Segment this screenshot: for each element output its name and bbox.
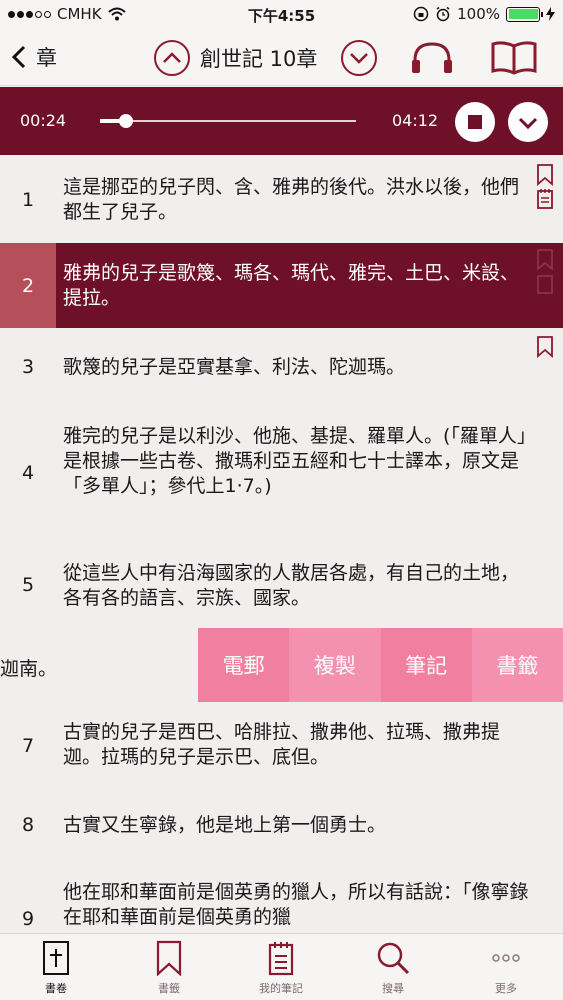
alarm-icon (436, 6, 450, 22)
verse-row[interactable]: 8 古實又生寧錄，他是地上第一個勇士。 (0, 790, 563, 866)
bookmark-icon[interactable] (536, 249, 554, 271)
battery-percent: 100% (457, 5, 500, 23)
verse-number: 3 (21, 356, 35, 378)
verse-number: 5 (21, 574, 35, 596)
note-button[interactable]: 筆記 (380, 628, 472, 702)
verse-text: 雅完的兒子是以利沙、他施、基提、羅單人。(「羅單人」是根據一些古卷、撒瑪利亞五經… (63, 425, 527, 497)
search-icon (377, 942, 410, 975)
verse-text: 歌篾的兒子是亞實基拿、利法、陀迦瑪。 (63, 356, 406, 378)
verse-text-partial: 迦南。 (0, 658, 58, 680)
verse-text: 古實又生寧錄，他是地上第一個勇士。 (63, 814, 387, 836)
tab-books[interactable]: 書卷 (16, 940, 96, 996)
verse-row[interactable]: 3 歌篾的兒子是亞實基拿、利法、陀迦瑪。 (0, 329, 563, 403)
note-icon[interactable] (536, 188, 554, 210)
back-button[interactable]: 章 (12, 42, 57, 72)
tab-books-label: 書卷 (45, 982, 67, 995)
battery-icon (506, 6, 543, 22)
tab-search-label: 搜尋 (382, 982, 404, 995)
verse-row[interactable]: 5 從這些人中有沿海國家的人散居各處，有自己的土地，各有各的語言、宗族、國家。 (0, 551, 563, 627)
rotation-lock-icon (413, 6, 429, 22)
verse-number: 9 (21, 908, 35, 930)
bookmark-icon (156, 940, 182, 976)
verse-text: 他在耶和華面前是個英勇的獵人，所以有話說：「像寧錄在耶和華面前是個英勇的獵 (63, 881, 529, 928)
audio-progress-handle[interactable] (118, 114, 133, 128)
verse-number: 1 (21, 189, 35, 211)
audio-player: 00:24 04:12 (0, 87, 563, 155)
status-bar: CMHK 下午4:55 100% (0, 0, 563, 30)
verse-number: 4 (21, 462, 35, 484)
stop-button[interactable] (455, 102, 495, 142)
tab-more[interactable]: 更多 (466, 940, 546, 996)
collapse-player-button[interactable] (508, 102, 548, 142)
verse-number: 7 (21, 735, 35, 757)
verse-row-selected[interactable]: 2 雅弗的兒子是歌篾、瑪各、瑪代、雅完、土巴、米設、提拉。 (0, 243, 563, 328)
tab-more-label: 更多 (495, 982, 517, 995)
headphones-icon (412, 42, 452, 73)
chevron-down-icon (350, 53, 368, 64)
verse-text: 從這些人中有沿海國家的人散居各處，有自己的土地，各有各的語言、宗族、國家。 (63, 562, 520, 609)
chapter-title[interactable]: 創世記 10章 (200, 43, 317, 73)
verse-text: 雅弗的兒子是歌篾、瑪各、瑪代、雅完、土巴、米設、提拉。 (63, 262, 520, 309)
note-icon[interactable] (536, 273, 554, 295)
tab-bookmarks-label: 書籤 (158, 982, 180, 995)
more-dots-icon (492, 954, 520, 962)
charging-icon (546, 7, 555, 21)
previous-chapter-button[interactable] (154, 40, 190, 76)
verse-number: 2 (21, 275, 35, 297)
copy-button[interactable]: 複製 (289, 628, 381, 702)
elapsed-time: 00:24 (20, 111, 67, 130)
bookmark-icon[interactable] (536, 336, 554, 358)
audio-button[interactable] (410, 40, 454, 80)
bible-book-icon (43, 941, 69, 975)
bookmark-icon[interactable] (536, 164, 554, 186)
tab-my-notes[interactable]: 我的筆記 (241, 940, 321, 996)
tab-search[interactable]: 搜尋 (353, 940, 433, 996)
verse-action-menu: 電郵 複製 筆記 書籤 (198, 628, 563, 702)
email-button[interactable]: 電郵 (198, 628, 290, 702)
tab-bar: 書卷 書籤 我的筆記 搜尋 更多 (0, 933, 563, 1000)
verse-row[interactable]: 4 雅完的兒子是以利沙、他施、基提、羅單人。(「羅單人」是根據一些古卷、撒瑪利亞… (0, 404, 563, 550)
notepad-icon (268, 942, 294, 976)
tab-bookmarks[interactable]: 書籤 (129, 940, 209, 996)
tab-my-notes-label: 我的筆記 (259, 982, 303, 995)
chevron-left-icon (12, 45, 26, 69)
verse-row[interactable]: 9 他在耶和華面前是個英勇的獵人，所以有話說：「像寧錄在耶和華面前是個英勇的獵 (0, 867, 563, 933)
verse-number: 8 (21, 814, 35, 836)
next-chapter-button[interactable] (341, 40, 377, 76)
verse-row[interactable]: 7 古實的兒子是西巴、哈腓拉、撒弗他、拉瑪、撒弗提迦。拉瑪的兒子是示巴、底但。 (0, 703, 563, 789)
verse-row[interactable]: 1 這是挪亞的兒子閃、含、雅弗的後代。洪水以後，他們都生了兒子。 (0, 156, 563, 242)
back-label: 章 (36, 46, 57, 70)
nav-bar: 章 創世記 10章 (0, 30, 563, 86)
open-book-icon (491, 41, 537, 75)
total-duration: 04:12 (392, 111, 439, 130)
chevron-down-icon (518, 117, 538, 130)
bookmark-button[interactable]: 書籤 (471, 628, 563, 702)
audio-progress-track[interactable] (100, 119, 356, 123)
verse-text: 這是挪亞的兒子閃、含、雅弗的後代。洪水以後，他們都生了兒子。 (63, 176, 520, 223)
verse-text: 古實的兒子是西巴、哈腓拉、撒弗他、拉瑪、撒弗提迦。拉瑪的兒子是示巴、底但。 (63, 721, 501, 768)
bible-menu-button[interactable] (490, 40, 538, 80)
chevron-up-icon (163, 52, 181, 63)
